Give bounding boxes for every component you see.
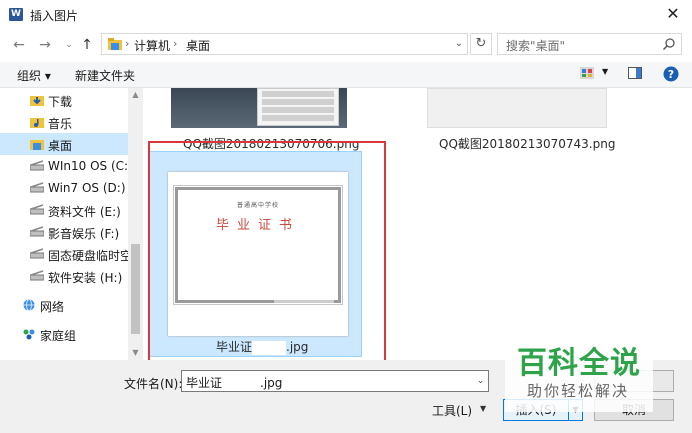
highlight-frame: [148, 141, 386, 367]
sidebar-item-network[interactable]: 网络: [0, 294, 128, 316]
sidebar-item-music[interactable]: 音乐: [0, 111, 128, 133]
sidebar-item-homegroup[interactable]: 家庭组: [0, 323, 128, 345]
tools-dropdown-icon[interactable]: ▼: [480, 404, 486, 413]
sidebar-scroll-thumb[interactable]: [131, 244, 140, 334]
navigation-pane: 下载 音乐 桌面 WIn10 OS (C:) Win7 OS (D:) 资料文件…: [0, 88, 144, 360]
preview-pane-icon[interactable]: [628, 67, 642, 79]
breadcrumb-separator: ›: [173, 37, 178, 50]
view-dropdown-icon[interactable]: ▼: [602, 67, 608, 76]
address-dropdown-icon[interactable]: ⌄: [451, 34, 467, 54]
content-scrollbar[interactable]: [674, 88, 691, 360]
scroll-down-icon[interactable]: ▼: [128, 346, 143, 360]
breadcrumb-separator: ›: [125, 37, 130, 50]
back-arrow-icon[interactable]: ←: [10, 35, 28, 55]
svg-text:?: ?: [668, 68, 674, 81]
filename-dropdown-icon[interactable]: ⌄: [472, 370, 489, 392]
filename-value: 毕业证 .jpg: [186, 376, 283, 391]
sidebar-item-desktop[interactable]: 桌面: [0, 133, 128, 155]
drive-icon: [30, 248, 44, 259]
sidebar-item-drive-c[interactable]: WIn10 OS (C:): [0, 155, 133, 177]
refresh-icon[interactable]: ↻: [470, 33, 492, 55]
drive-icon: [30, 182, 44, 193]
file-thumbnail[interactable]: [427, 88, 607, 128]
sidebar-item-drive-g[interactable]: 固态硬盘临时空间: [0, 243, 144, 265]
word-app-icon: W: [9, 8, 23, 21]
sidebar-item-drive-f[interactable]: 影音娱乐 (F:): [0, 221, 128, 243]
breadcrumb-computer[interactable]: 计算机: [134, 37, 170, 54]
watermark-subtitle: 助你轻松解决: [527, 382, 630, 400]
history-chevron-icon[interactable]: ⌄: [60, 35, 78, 55]
breadcrumb-desktop[interactable]: 桌面: [186, 37, 210, 54]
command-toolbar: 组织 ▾ 新建文件夹 ▼ ?: [0, 62, 692, 88]
sidebar-item-drive-e[interactable]: 资料文件 (E:): [0, 199, 128, 221]
file-thumbnail[interactable]: [171, 88, 347, 128]
organize-menu[interactable]: 组织 ▾: [17, 67, 51, 84]
context-menu-preview: [257, 88, 339, 126]
help-icon[interactable]: ?: [663, 66, 679, 82]
drive-icon: [30, 160, 44, 171]
address-bar[interactable]: › 计算机 › 桌面: [101, 33, 468, 55]
filename-label: 文件名(N):: [124, 377, 183, 391]
watermark-title: 百科全说: [517, 346, 641, 381]
sidebar-item-drive-h[interactable]: 软件安装 (H:): [0, 265, 128, 287]
forward-arrow-icon[interactable]: →: [36, 35, 54, 55]
search-icon: [662, 38, 675, 51]
file-name[interactable]: QQ截图20180213070743.png: [439, 135, 615, 152]
tools-menu[interactable]: 工具(L): [432, 402, 472, 419]
sidebar-item-drive-d[interactable]: Win7 OS (D:): [0, 177, 128, 199]
sidebar-scrollbar[interactable]: ▲ ▼: [128, 88, 143, 360]
drive-icon: [30, 204, 44, 215]
homegroup-icon: [23, 329, 35, 340]
watermark: 百科全说 助你轻松解决: [505, 332, 653, 412]
folder-icon: [108, 38, 122, 50]
sidebar-item-downloads[interactable]: 下载: [0, 89, 128, 111]
drive-icon: [30, 270, 44, 281]
filename-input[interactable]: 毕业证 .jpg: [181, 370, 489, 392]
scroll-up-icon[interactable]: ▲: [128, 88, 143, 102]
up-arrow-icon[interactable]: ↑: [78, 35, 96, 55]
search-input[interactable]: 搜索"桌面": [497, 33, 682, 55]
drive-icon: [30, 226, 44, 237]
search-placeholder: 搜索"桌面": [506, 39, 566, 53]
view-mode-icon[interactable]: [580, 67, 594, 79]
desktop-folder-icon: [30, 140, 44, 150]
new-folder-button[interactable]: 新建文件夹: [75, 67, 135, 84]
close-icon[interactable]: ✕: [660, 2, 686, 26]
redacted-text: [222, 377, 260, 391]
download-folder-icon: [30, 96, 44, 106]
title-bar: W 插入图片 ✕: [0, 0, 692, 30]
window-title: 插入图片: [30, 9, 79, 23]
network-icon: [23, 299, 35, 311]
music-folder-icon: [30, 118, 44, 128]
